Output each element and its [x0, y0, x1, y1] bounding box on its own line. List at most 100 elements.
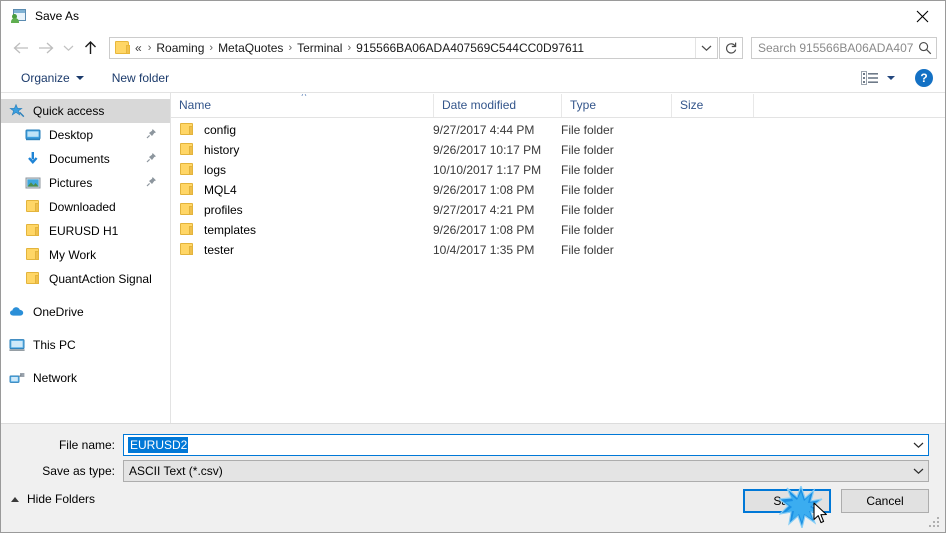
new-folder-label: New folder [111, 71, 170, 85]
breadcrumb-item-current[interactable]: 915566BA06ADA407569C544CC0D97611 [356, 41, 584, 55]
change-view-button[interactable] [857, 66, 899, 90]
sidebar-item-network[interactable]: Network [1, 366, 170, 390]
breadcrumb-separator: › [347, 41, 352, 54]
sidebar-item-label: QuantAction Signal [49, 272, 152, 286]
sidebar-item-quick-access[interactable]: Quick access [1, 99, 170, 123]
file-name-cell: logs [171, 162, 433, 178]
file-name-label: File name: [58, 438, 115, 452]
save-as-type-select[interactable]: ASCII Text (*.csv) [123, 460, 929, 482]
file-name-row: File name: EURUSD2 [1, 434, 945, 456]
breadcrumb-item-terminal[interactable]: Terminal [297, 41, 342, 55]
recent-locations-button[interactable] [59, 35, 77, 61]
help-button[interactable]: ? [915, 69, 933, 87]
sidebar-item-downloaded[interactable]: Downloaded [1, 195, 170, 219]
sidebar-item-desktop[interactable]: Desktop [1, 123, 170, 147]
cancel-label: Cancel [866, 494, 904, 508]
back-button[interactable] [7, 35, 33, 61]
breadcrumb-separator: › [288, 41, 293, 54]
sidebar-item-this-pc[interactable]: This PC [1, 333, 170, 357]
folder-icon [179, 222, 196, 238]
pin-icon[interactable] [146, 176, 157, 190]
table-row[interactable]: logs 10/10/2017 1:17 PM File folder [171, 160, 945, 180]
documents-download-icon [25, 151, 42, 167]
close-button[interactable] [899, 1, 945, 31]
address-dropdown-button[interactable] [695, 37, 717, 58]
breadcrumb-item-metaquotes[interactable]: MetaQuotes [218, 41, 283, 55]
breadcrumb-separator: › [147, 41, 152, 54]
file-date-cell: 10/4/2017 1:35 PM [433, 243, 535, 257]
file-name-label: MQL4 [204, 183, 237, 197]
arrow-up-icon [84, 40, 96, 54]
forward-button[interactable] [33, 35, 59, 61]
footer-buttons: Save Cancel [743, 489, 929, 513]
sidebar-item-label: Downloaded [49, 200, 116, 214]
sidebar-item-eurusd-h1[interactable]: EURUSD H1 [1, 219, 170, 243]
sort-ascending-icon: ˄ [301, 94, 307, 100]
column-header-filler [753, 94, 945, 117]
chevron-down-icon [913, 442, 923, 449]
search-input[interactable]: Search 915566BA06ADA40756... [752, 41, 914, 55]
folder-icon [115, 41, 131, 54]
sidebar-item-pictures[interactable]: Pictures [1, 171, 170, 195]
column-header-date-modified[interactable]: Date modified [433, 94, 561, 117]
navigation-sidebar: Quick access Desktop Documents Pictures … [1, 93, 171, 423]
folder-icon [179, 202, 196, 218]
organize-label: Organize [21, 71, 70, 85]
file-name-cell: config [171, 122, 433, 138]
chevron-down-icon [75, 76, 84, 80]
folder-icon [25, 223, 42, 239]
sidebar-item-quantaction-signal[interactable]: QuantAction Signal [1, 267, 170, 291]
file-name-input[interactable]: EURUSD2 [123, 434, 929, 456]
file-name-cell: profiles [171, 202, 433, 218]
column-header-name[interactable]: ˄ Name [171, 94, 433, 117]
table-row[interactable]: profiles 9/27/2017 4:21 PM File folder [171, 200, 945, 220]
table-row[interactable]: templates 9/26/2017 1:08 PM File folder [171, 220, 945, 240]
star-pin-icon [9, 103, 26, 119]
file-name-value: EURUSD2 [128, 437, 189, 453]
pin-icon[interactable] [146, 128, 157, 142]
pin-icon[interactable] [146, 152, 157, 166]
column-headers: ˄ Name Date modified Type Size [171, 93, 945, 118]
breadcrumb-item-roaming[interactable]: Roaming [156, 41, 204, 55]
file-list-pane: ˄ Name Date modified Type Size config 9/… [171, 93, 945, 423]
save-as-type-dropdown-button[interactable] [908, 461, 928, 481]
folder-icon [179, 242, 196, 258]
table-row[interactable]: MQL4 9/26/2017 1:08 PM File folder [171, 180, 945, 200]
up-button[interactable] [77, 35, 103, 61]
refresh-button[interactable] [719, 36, 743, 59]
resize-grip[interactable] [929, 517, 941, 529]
column-header-type[interactable]: Type [561, 94, 671, 117]
refresh-icon [725, 42, 737, 54]
sidebar-item-label: EURUSD H1 [49, 224, 119, 238]
save-button[interactable]: Save [743, 489, 831, 513]
dialog-content: Quick access Desktop Documents Pictures … [1, 93, 945, 424]
hide-folders-button[interactable]: Hide Folders [11, 492, 95, 506]
pictures-icon [25, 175, 42, 191]
onedrive-cloud-icon [9, 304, 26, 320]
cancel-button[interactable]: Cancel [841, 489, 929, 513]
chevron-down-icon [887, 76, 895, 80]
folder-icon [25, 199, 42, 215]
table-row[interactable]: history 9/26/2017 10:17 PM File folder [171, 140, 945, 160]
this-pc-icon [9, 337, 26, 353]
sidebar-item-documents[interactable]: Documents [1, 147, 170, 171]
sidebar-item-onedrive[interactable]: OneDrive [1, 300, 170, 324]
table-row[interactable]: tester 10/4/2017 1:35 PM File folder [171, 240, 945, 260]
file-name-label: config [204, 123, 237, 137]
file-name-cell: MQL4 [171, 182, 433, 198]
address-bar[interactable]: « › Roaming › MetaQuotes › Terminal › 91… [109, 36, 718, 59]
chevron-down-icon [913, 468, 923, 475]
chevron-down-icon [701, 45, 712, 51]
search-box[interactable]: Search 915566BA06ADA40756... [751, 36, 937, 59]
sidebar-item-my-work[interactable]: My Work [1, 243, 170, 267]
file-date-cell: 9/27/2017 4:21 PM [433, 203, 535, 217]
organize-button[interactable]: Organize [15, 66, 90, 90]
new-folder-button[interactable]: New folder [106, 66, 175, 90]
sidebar-item-label: Desktop [49, 128, 94, 142]
file-name-dropdown-button[interactable] [908, 435, 928, 455]
save-label: Save [773, 494, 801, 508]
breadcrumb-overflow[interactable]: « [135, 41, 143, 55]
column-header-size[interactable]: Size [671, 94, 753, 117]
file-date-cell: 9/26/2017 10:17 PM [433, 143, 542, 157]
table-row[interactable]: config 9/27/2017 4:44 PM File folder [171, 120, 945, 140]
